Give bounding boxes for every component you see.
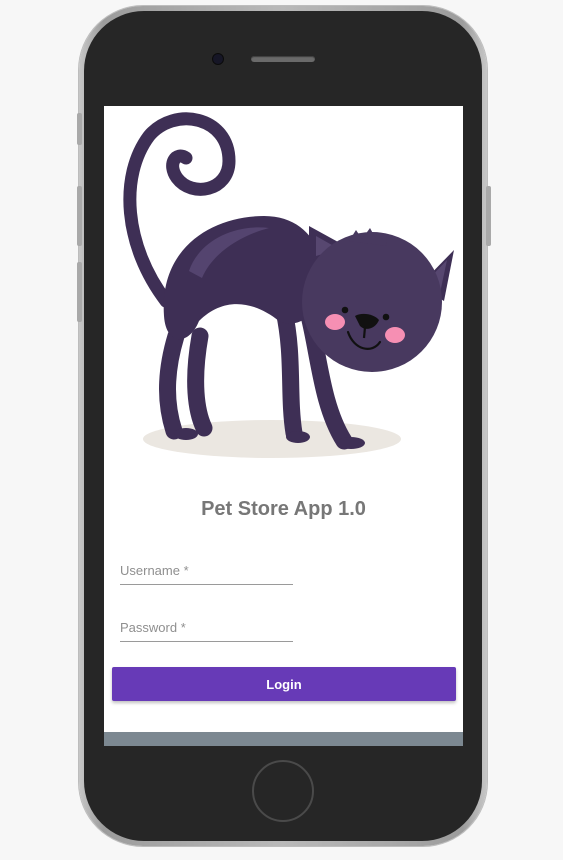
cat-icon — [123, 112, 454, 458]
login-button[interactable]: Login — [112, 667, 456, 701]
volume-up-button — [77, 186, 82, 246]
earpiece-speaker — [251, 56, 315, 62]
volume-down-button — [77, 262, 82, 322]
password-field[interactable] — [120, 613, 293, 642]
front-camera — [212, 53, 224, 65]
home-button[interactable] — [252, 760, 314, 822]
silent-switch — [77, 113, 82, 145]
app-screen: Pet Store App 1.0 Login — [104, 106, 463, 746]
power-button — [486, 186, 491, 246]
bottom-bar — [104, 732, 463, 746]
username-input[interactable] — [120, 556, 293, 584]
app-title: Pet Store App 1.0 — [201, 498, 366, 520]
password-input[interactable] — [120, 613, 293, 641]
username-field[interactable] — [120, 556, 293, 585]
